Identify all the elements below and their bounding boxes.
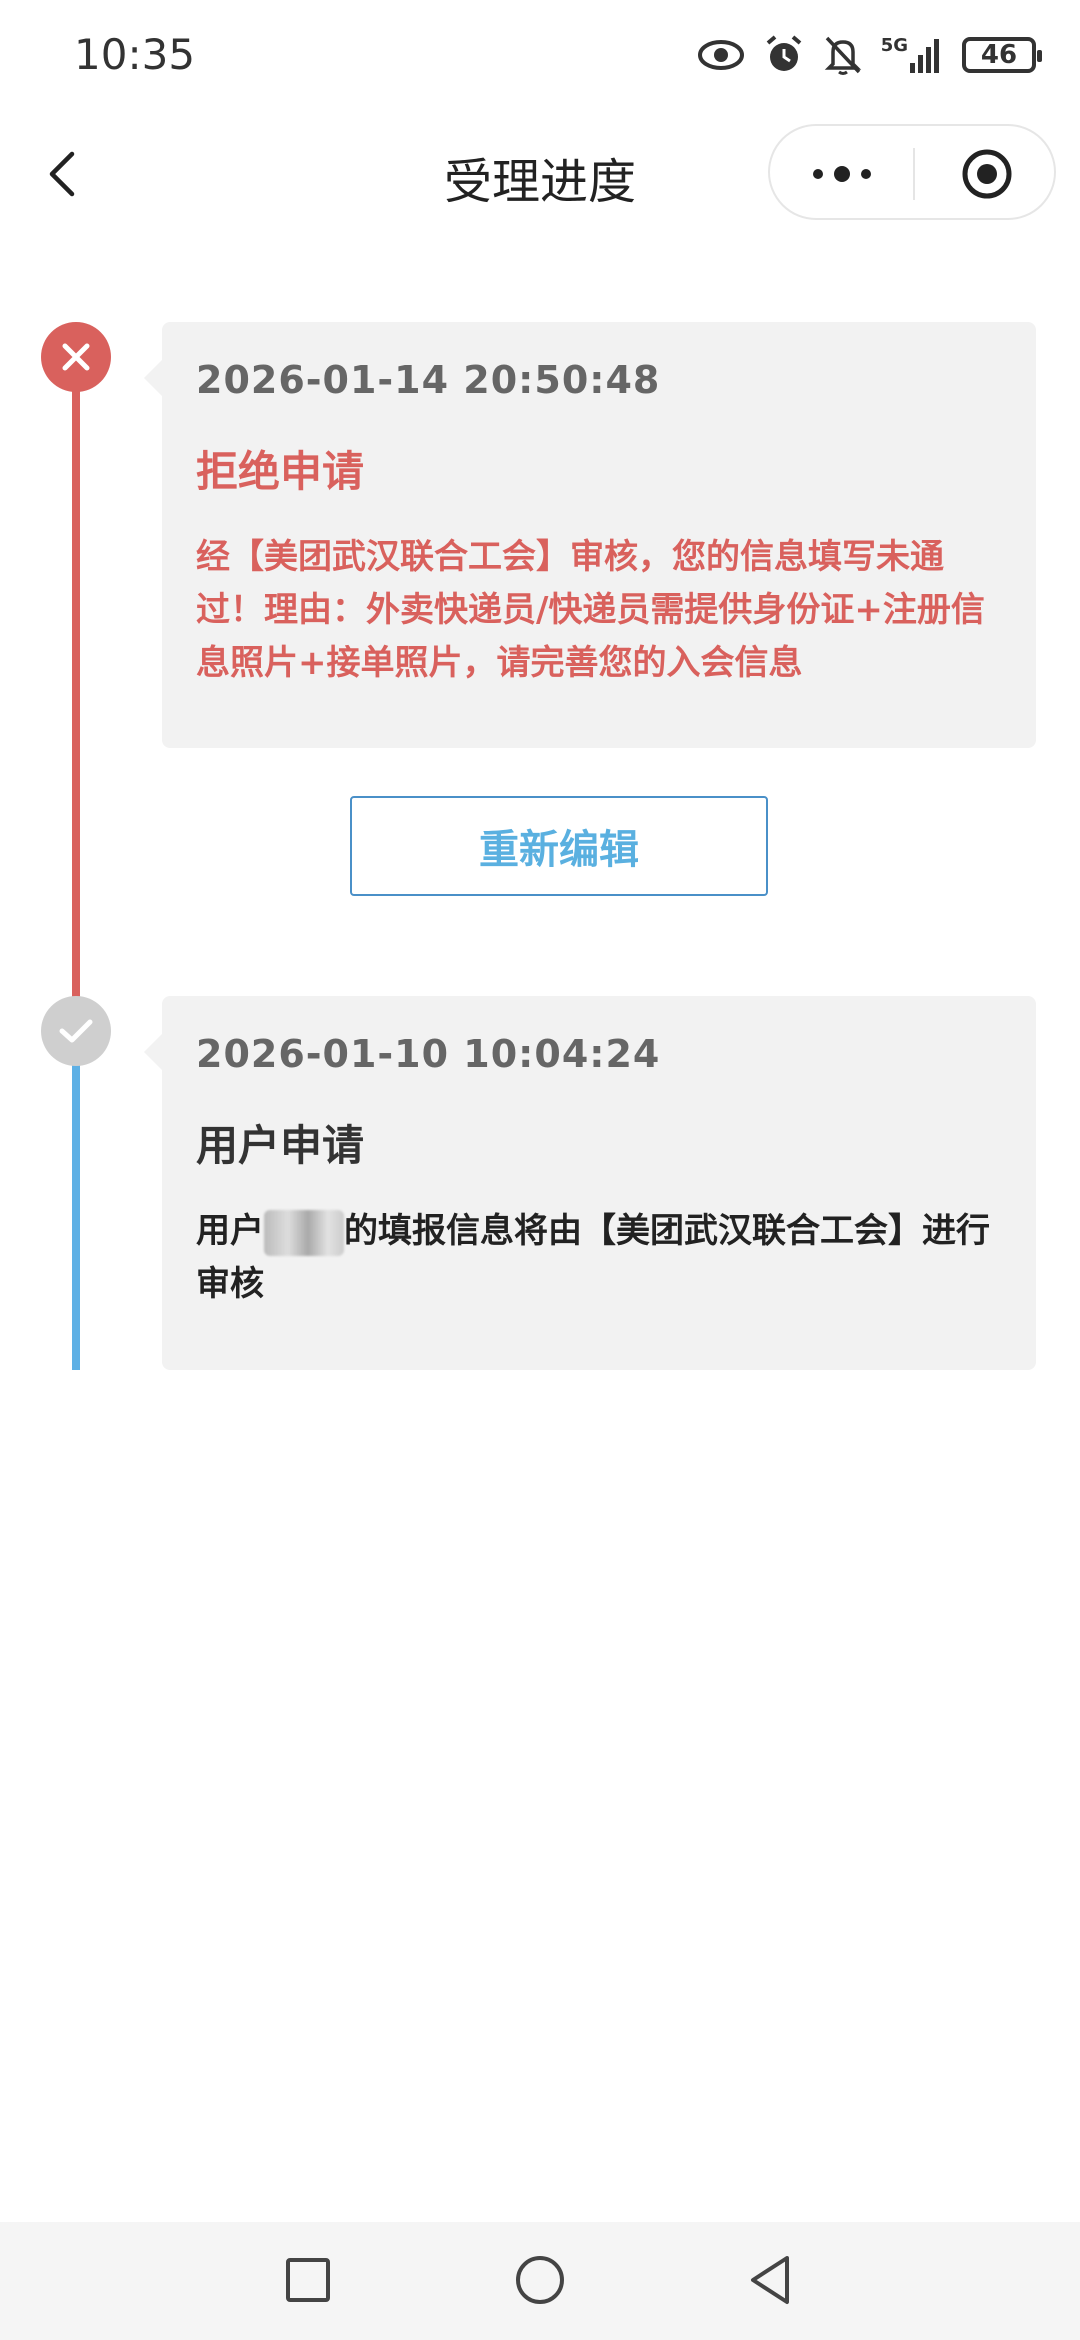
redacted-name [264,1209,344,1256]
eye-icon [697,38,745,72]
network-label: 5G [880,34,908,56]
recents-button[interactable] [278,2250,338,2310]
timeline-card-applied: 2026-01-10 10:04:24 用户申请 用户 的填报信息将由【美团武汉联… [144,996,1036,1370]
home-button[interactable] [510,2250,570,2310]
card-description: 经【美团武汉联合工会】审核，您的信息填写未通过！理由：外卖快递员/快递员需提供身… [196,537,985,683]
card-status-title: 拒绝申请 [196,447,365,496]
timeline-line-applied [72,1060,80,1370]
re-edit-button[interactable]: 重新编辑 [350,796,768,896]
alarm-icon [763,34,805,76]
check-icon [59,1019,93,1043]
description-prefix: 用户 [196,1211,264,1251]
square-recents-icon [286,2258,330,2302]
circle-home-icon [516,2256,564,2304]
mini-program-capsule [768,124,1056,220]
nav-bar: 受理进度 [0,120,1080,230]
apply-status-marker [41,996,111,1066]
battery-level: 46 [980,40,1018,70]
reject-status-marker [41,322,111,392]
close-x-icon [62,343,90,371]
page: 10:35 5G 46 受理进度 2026-01-14 20:50:48 拒绝申… [0,0,1080,2340]
timeline-line-rejected [72,360,80,1000]
system-navigation-bar [0,2222,1080,2340]
triangle-back-icon [751,2256,789,2304]
card-timestamp: 2026-01-10 10:04:24 [196,1032,661,1076]
card-description: 用户 的填报信息将由【美团武汉联合工会】进行审核 [196,1205,1000,1311]
bell-off-icon [823,34,863,76]
close-mini-program-button[interactable] [915,126,1058,222]
card-timestamp: 2026-01-14 20:50:48 [196,358,661,402]
status-time: 10:35 [74,30,196,79]
target-circle-icon [962,149,1011,199]
more-button[interactable] [770,126,913,222]
status-bar: 10:35 5G 46 [0,0,1080,120]
status-icons: 5G 46 [697,34,1042,76]
back-nav-button[interactable] [740,2250,800,2310]
more-dots-icon [812,166,871,182]
battery-icon: 46 [962,37,1042,73]
timeline-card-rejected: 2026-01-14 20:50:48 拒绝申请 经【美团武汉联合工会】审核，您… [144,322,1036,748]
card-status-title: 用户申请 [196,1121,365,1170]
signal-icon: 5G [881,35,944,75]
